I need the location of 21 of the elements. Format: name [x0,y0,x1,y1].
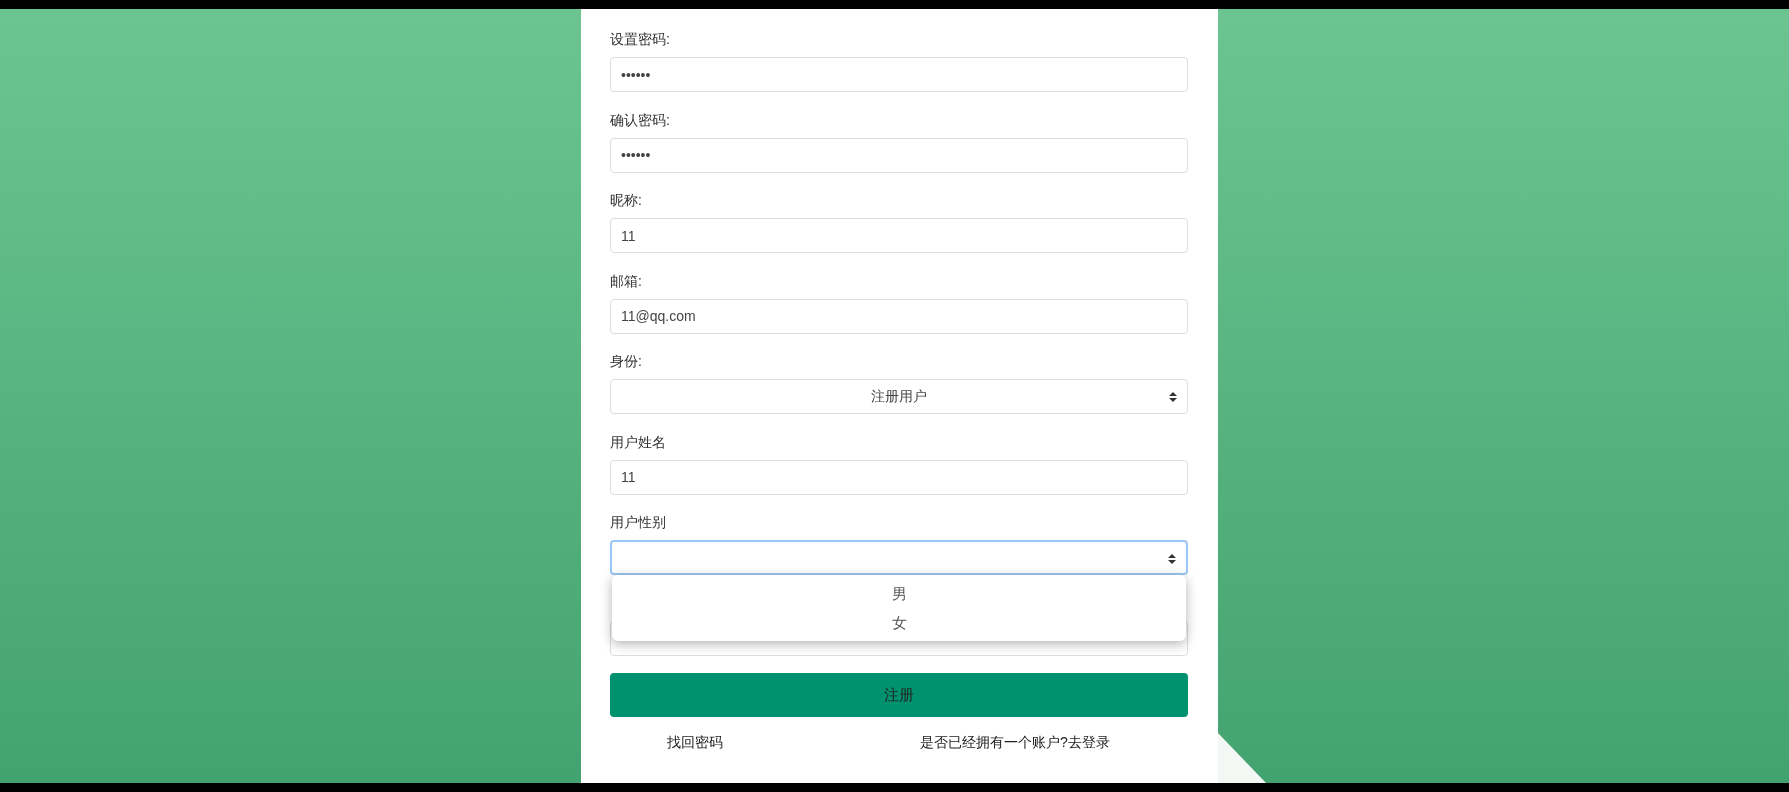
caret-icon [1169,392,1177,402]
dropdown-option[interactable]: 男 [883,579,915,608]
field-label: 昵称: [610,191,643,210]
input-field[interactable]: 11 [610,459,1188,495]
input-field[interactable]: •••••• [610,57,1188,92]
link[interactable]: 是否已经拥有一个账户?去登录 [920,734,1110,752]
link[interactable]: 找回密码 [667,734,723,752]
caret-icon [1168,554,1176,564]
dropdown-option[interactable]: 女 [883,608,915,637]
field-label: 用户性别 [610,513,667,532]
select-field[interactable]: 注册用户 [610,379,1188,414]
field-label: 设置密码: [610,30,671,49]
input-field[interactable]: 11@qq.com [610,298,1188,334]
register-button[interactable]: 注册 [610,673,1188,717]
field-label: 确认密码: [610,110,671,130]
field-label: 邮箱: [610,271,643,291]
field-label: 身份: [610,352,643,371]
input-field[interactable]: •••••• [610,137,1188,173]
select-field[interactable] [610,540,1188,575]
field-label: 用户姓名 [610,432,667,452]
input-field[interactable]: 11 [610,218,1188,253]
